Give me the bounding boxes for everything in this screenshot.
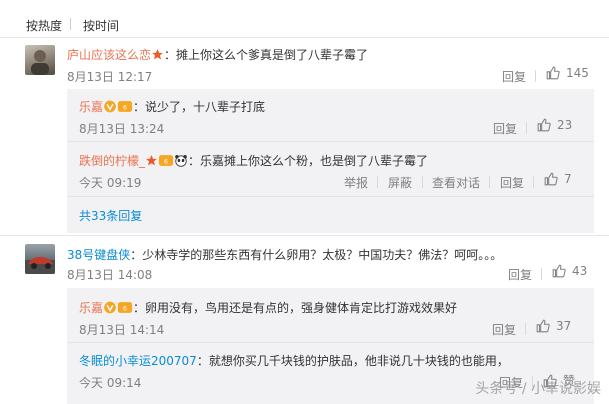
fan-badge-icon: 6 [117,301,133,317]
block-button[interactable]: 屏蔽 [388,174,412,191]
reply-box: 乐嘉 6 ：说少了，十八辈子打底 8月13日 13:24 回复 23 跌倒的柠檬_ 6… [67,89,594,233]
reply-divider [67,141,594,142]
reply-time: 今天 09:19 [79,176,142,190]
reply-button[interactable]: 回复 [493,120,517,137]
like-count: 43 [572,264,588,278]
action-separator [533,176,534,188]
reply-username[interactable]: 跌倒的柠檬_ [79,154,145,168]
panda-icon [174,154,188,170]
like-button[interactable]: 23 [537,118,572,132]
sort-by-hot-tab[interactable]: 按热度 [26,17,62,34]
action-separator [541,268,542,280]
comment-line: 38号键盘侠：少林寺学的那些东西有什么卵用？太极？中国功夫？佛法？呵呵。。。 [67,246,502,263]
like-button[interactable]: 37 [536,319,571,333]
reply-line: 乐嘉 6 ：说少了，十八辈子打底 [79,98,265,116]
comment-username[interactable]: 38号键盘侠 [67,248,130,262]
reply-time: 8月13日 14:14 [79,323,165,337]
reply-text: ：卵用没有，鸟用还是有点的，强身健体肯定比打游戏效果好 [133,301,458,315]
action-separator [535,70,536,82]
fan-badge-icon: 6 [158,154,174,170]
like-count: 37 [556,319,572,333]
avatar-image [31,50,49,75]
sort-by-time-tab[interactable]: 按时间 [83,17,119,34]
reply-line: 冬眠的小幸运200707：就想你买几千块钱的护肤品，他非说几十块钱的也能用， [79,352,509,369]
comment-divider [0,235,609,236]
reply-time: 8月13日 13:24 [79,122,165,136]
like-count: 23 [557,118,573,132]
star-badge-icon [151,48,164,64]
reply-divider [67,342,594,343]
reply-button[interactable]: 回复 [508,266,532,283]
star-badge-icon [145,154,158,170]
reply-time: 今天 09:14 [79,376,142,390]
comment-text: ：少林寺学的那些东西有什么卵用？太极？中国功夫？佛法？呵呵。。。 [130,248,503,262]
reply-text: ：就想你买几千块钱的护肤品，他非说几十块钱的也能用， [196,354,509,368]
comment-time: 8月13日 12:17 [67,70,153,84]
comment-text: ：摊上你这么个爹真是倒了八辈子霉了 [164,48,369,62]
thumbs-up-icon [546,66,560,80]
action-separator [525,323,526,335]
view-conversation-button[interactable]: 查看对话 [432,174,480,191]
comment-time: 8月13日 14:08 [67,268,153,282]
watermark: 头条号 / 小幸说影娱 [475,381,601,397]
like-count: 145 [566,66,589,80]
reply-text: ：乐嘉摊上你这么个粉，也是倒了八辈子霉了 [188,154,429,168]
reply-line: 跌倒的柠檬_ 6 ：乐嘉摊上你这么个粉，也是倒了八辈子霉了 [79,152,428,170]
thumbs-up-icon [537,118,551,132]
like-button[interactable]: 7 [544,172,572,186]
more-replies-link[interactable]: 共33条回复 [79,207,142,224]
thumbs-up-icon [536,319,550,333]
sort-bar: 按热度 按时间 [0,0,609,38]
fan-badge-icon: 6 [117,100,133,116]
verified-v-icon [103,301,117,317]
comment-username[interactable]: 庐山应该这么恋 [67,48,151,62]
reply-username[interactable]: 冬眠的小幸运200707 [79,354,197,368]
reply-divider [67,196,594,197]
report-button[interactable]: 举报 [344,174,368,191]
reply-button[interactable]: 回复 [502,68,526,85]
avatar[interactable] [25,45,55,75]
avatar[interactable] [25,244,55,274]
svg-text:6: 6 [123,304,127,312]
reply-button[interactable]: 回复 [492,321,516,338]
action-separator [526,122,527,134]
svg-text:6: 6 [123,103,127,111]
reply-text: ：说少了，十八辈子打底 [133,100,266,114]
reply-username[interactable]: 乐嘉 [79,301,103,315]
reply-button[interactable]: 回复 [500,174,524,191]
svg-text:6: 6 [164,157,168,165]
avatar-image [25,256,55,274]
action-separator [377,176,378,188]
thumbs-up-icon [544,172,558,186]
reply-line: 乐嘉 6 ：卵用没有，鸟用还是有点的，强身健体肯定比打游戏效果好 [79,299,457,317]
action-separator [489,176,490,188]
sort-separator [70,18,71,30]
verified-v-icon [103,100,117,116]
like-count: 7 [564,172,572,186]
thumbs-up-icon [552,264,566,278]
action-separator [422,176,423,188]
like-button[interactable]: 145 [546,66,589,80]
reply-username[interactable]: 乐嘉 [79,100,103,114]
like-button[interactable]: 43 [552,264,587,278]
comment-line: 庐山应该这么恋 ：摊上你这么个爹真是倒了八辈子霉了 [67,46,368,64]
